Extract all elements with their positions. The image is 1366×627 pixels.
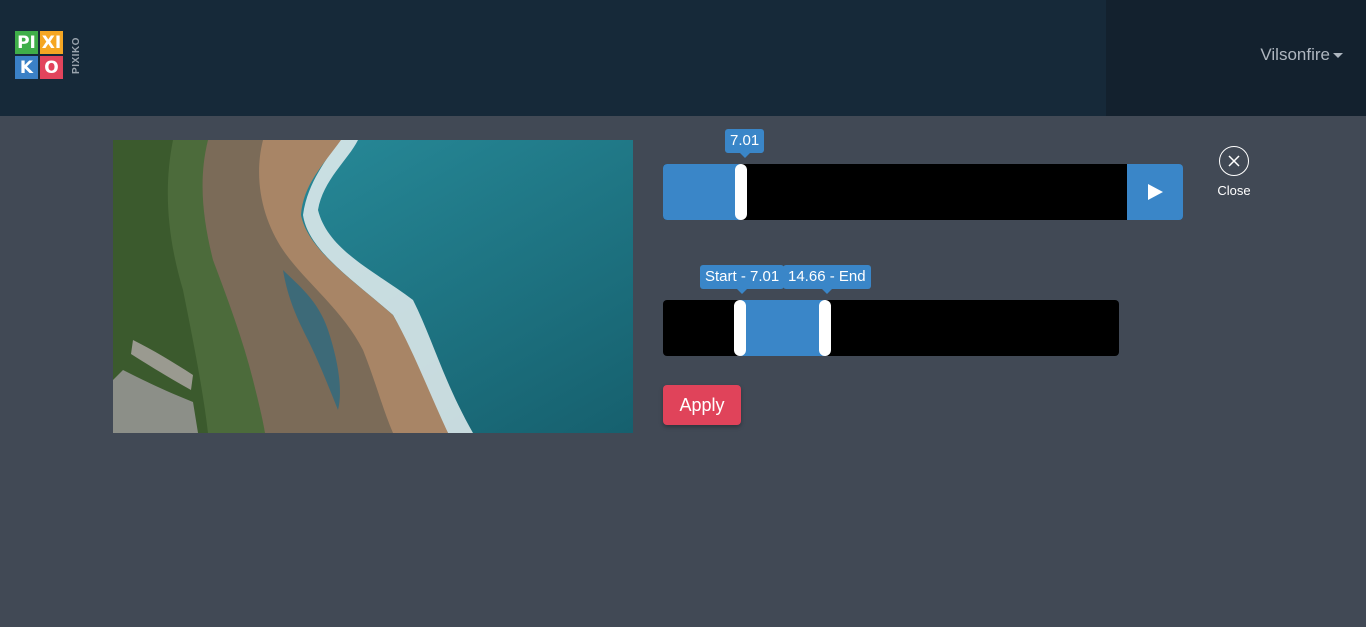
user-name: Vilsonfire [1260,45,1330,64]
close-icon [1219,146,1249,176]
trim-start-tooltip: Start - 7.01 [700,265,785,294]
playback-track[interactable] [663,164,1141,220]
trim-track[interactable] [663,300,1119,356]
trim-end-tooltip: 14.66 - End [783,265,871,294]
apply-button[interactable]: Apply [663,385,741,425]
logo-vertical-text: PIXIKO [70,37,82,74]
play-button[interactable] [1127,164,1183,220]
playback-handle[interactable] [735,164,747,220]
trim-selected-range [741,300,826,356]
trim-start-handle[interactable] [734,300,746,356]
logo-tile-k: K [15,56,38,79]
current-time-tooltip: 7.01 [725,129,765,158]
playback-progress [663,164,741,220]
play-icon [1148,184,1163,200]
logo-tile-pi: PI [15,31,38,54]
trim-end-handle[interactable] [819,300,831,356]
video-frame [113,140,633,433]
user-menu[interactable]: Vilsonfire [1260,45,1343,65]
close-button[interactable]: Close [1212,146,1256,202]
video-preview [113,140,633,433]
user-area: Vilsonfire [1106,0,1366,116]
chevron-down-icon [1333,53,1343,58]
close-label: Close [1217,183,1251,198]
logo-tile-o: O [40,56,63,79]
pixiko-logo[interactable]: PI XI K O PIXIKO [15,31,87,81]
top-bar: PI XI K O PIXIKO Vilsonfire [0,0,1366,116]
logo-tile-xi: XI [40,31,63,54]
